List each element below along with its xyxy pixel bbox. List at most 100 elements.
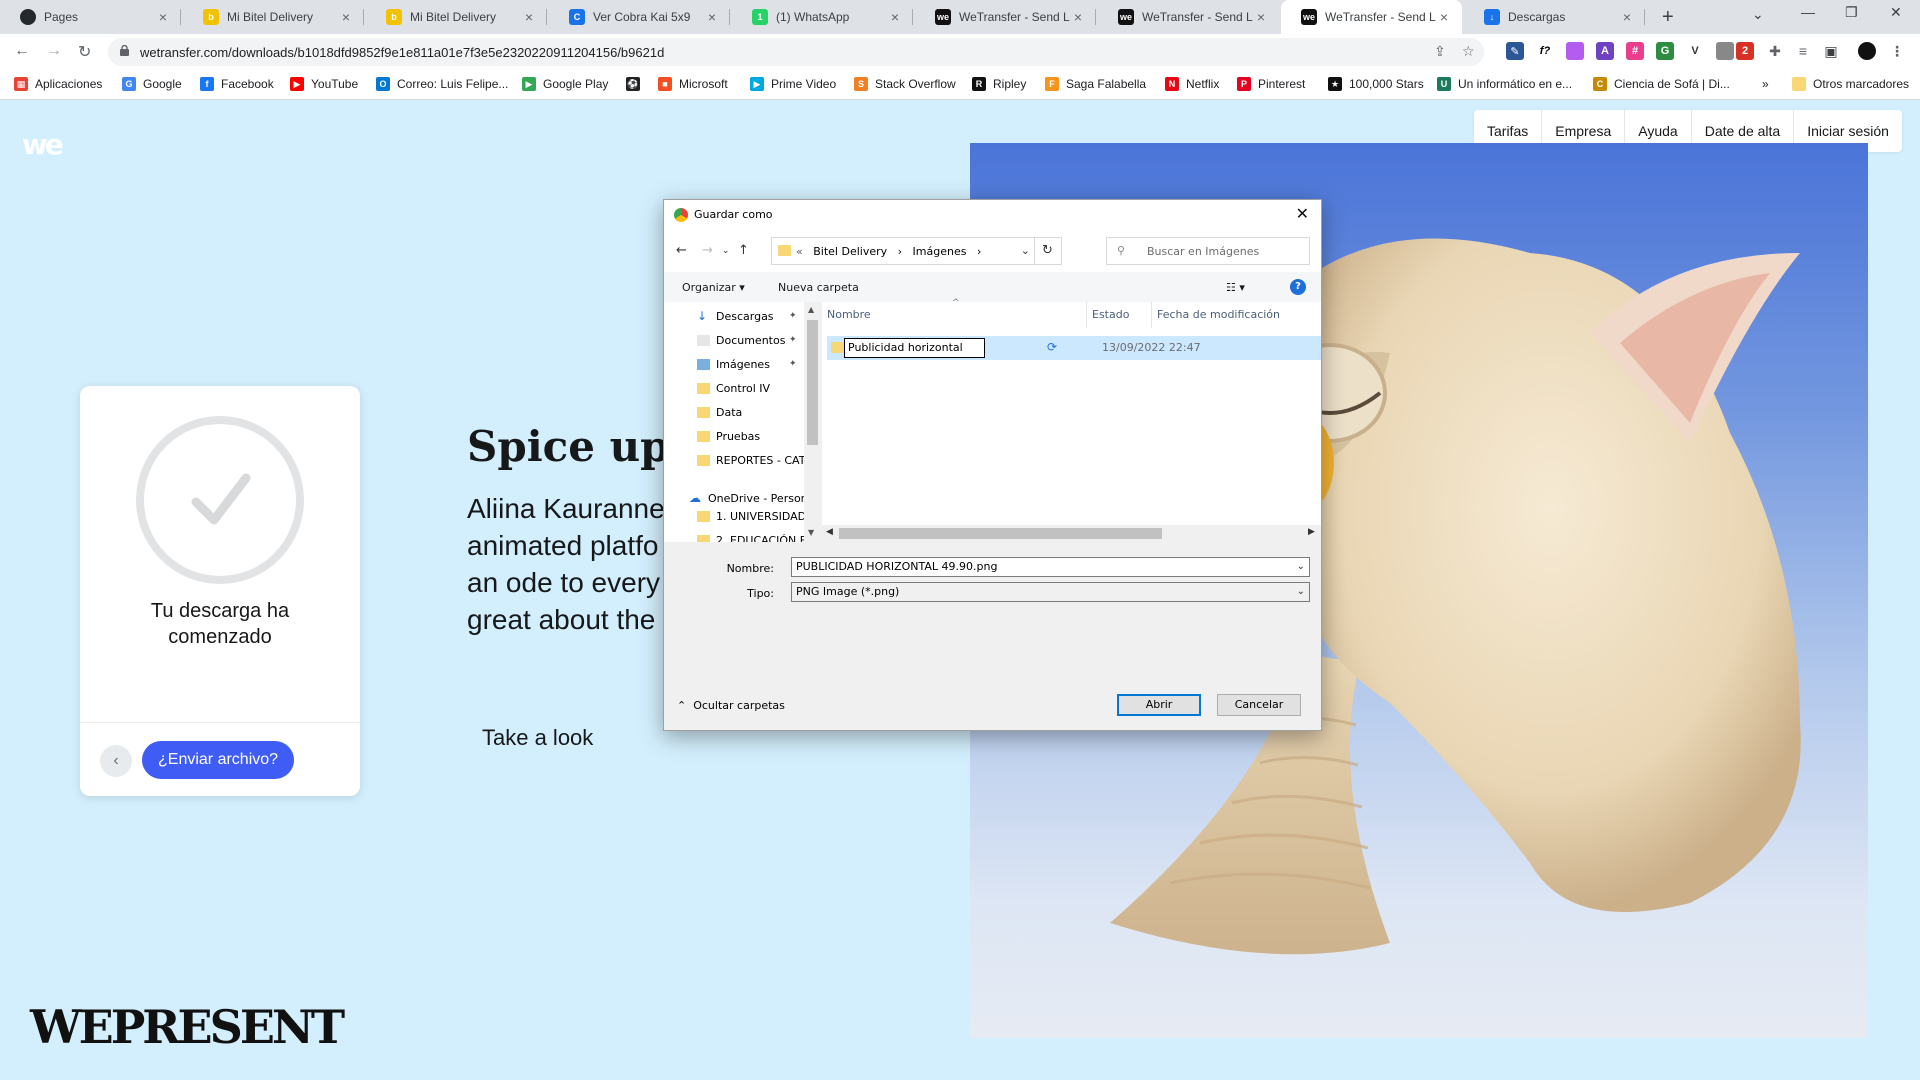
- tab-close-icon[interactable]: ×: [155, 9, 171, 25]
- extension-icon[interactable]: G: [1656, 42, 1674, 60]
- search-input[interactable]: ⚲ Buscar en Imágenes: [1106, 237, 1310, 265]
- bookmark-item[interactable]: N Netflix: [1165, 77, 1219, 91]
- formula-extension-icon[interactable]: f?: [1536, 42, 1554, 60]
- tab[interactable]: b Mi Bitel Delivery ×: [366, 0, 547, 34]
- chevron-down-icon[interactable]: ⌄: [1297, 558, 1305, 576]
- scrollbar-thumb[interactable]: [807, 320, 818, 445]
- back-icon[interactable]: ←: [14, 42, 30, 60]
- wepresent-logo[interactable]: WEPRESENT: [30, 1000, 345, 1054]
- bookmark-item[interactable]: C Ciencia de Sofá | Di...: [1593, 77, 1730, 91]
- column-status[interactable]: Estado: [1087, 302, 1152, 328]
- bookmark-item[interactable]: F Saga Falabella: [1045, 77, 1146, 91]
- forward-arrow-icon[interactable]: →: [702, 243, 713, 258]
- bookmark-item[interactable]: S Stack Overflow: [854, 77, 956, 91]
- bookmark-item[interactable]: P Pinterest: [1237, 77, 1305, 91]
- tab[interactable]: ↓ Descargas ×: [1464, 0, 1645, 34]
- nav-scrollbar[interactable]: ▲ ▼: [804, 302, 821, 542]
- tab[interactable]: C Ver Cobra Kai 5x9 ×: [549, 0, 730, 34]
- breadcrumb-separator[interactable]: ›: [898, 245, 902, 258]
- bookmark-item[interactable]: R Ripley: [972, 77, 1026, 91]
- url-text[interactable]: wetransfer.com/downloads/b1018dfd9852f9e…: [140, 45, 664, 60]
- nav-pane-item[interactable]: 2. EDUCACIÓN F: [664, 528, 804, 542]
- nav-pane-item[interactable]: Control IV: [664, 376, 804, 400]
- recent-locations-icon[interactable]: ⌄: [722, 246, 730, 256]
- breadcrumb-separator[interactable]: ›: [977, 245, 981, 258]
- nav-pane-item[interactable]: Imágenes ✦: [664, 352, 804, 376]
- nav-pane-item[interactable]: ↓ Descargas ✦: [664, 304, 804, 328]
- send-file-button[interactable]: ¿Enviar archivo?: [142, 741, 295, 779]
- address-breadcrumb[interactable]: « Bitel Delivery › Imágenes › ⌄: [771, 237, 1035, 265]
- list-item[interactable]: Publicidad horizontal ⟳ 13/09/2022 22:47: [827, 336, 1321, 360]
- extension-icon[interactable]: [1566, 42, 1584, 60]
- chevron-down-icon[interactable]: ⌄: [1297, 583, 1305, 601]
- view-options-icon[interactable]: ☷ ▾: [1226, 281, 1245, 294]
- tab-close-icon[interactable]: ×: [1436, 9, 1452, 25]
- tab-close-icon[interactable]: ×: [887, 9, 903, 25]
- extension-icon[interactable]: V: [1686, 42, 1704, 60]
- type-select[interactable]: PNG Image (*.png) ⌄: [791, 582, 1310, 602]
- bookmark-item[interactable]: ■ Microsoft: [658, 77, 728, 91]
- help-icon[interactable]: ?: [1290, 279, 1306, 295]
- reading-list-icon[interactable]: ≡: [1794, 42, 1812, 60]
- tab-close-icon[interactable]: ×: [1253, 9, 1269, 25]
- bookmark-item[interactable]: ★ 100,000 Stars: [1328, 77, 1424, 91]
- bookmark-item[interactable]: ⚽: [626, 77, 647, 91]
- tab[interactable]: b Mi Bitel Delivery ×: [183, 0, 364, 34]
- address-bar[interactable]: wetransfer.com/downloads/b1018dfd9852f9e…: [108, 38, 1484, 66]
- nav-pane-item[interactable]: 1. UNIVERSIDAD: [664, 504, 804, 528]
- forward-icon[interactable]: →: [46, 42, 62, 60]
- tab-close-icon[interactable]: ×: [521, 9, 537, 25]
- extension-icon[interactable]: A: [1596, 42, 1614, 60]
- nav-pane-item[interactable]: Pruebas: [664, 424, 804, 448]
- menu-icon[interactable]: ⋮: [1888, 42, 1906, 60]
- filename-value[interactable]: PUBLICIDAD HORIZONTAL 49.90.png: [796, 560, 997, 573]
- tab-close-icon[interactable]: ×: [338, 9, 354, 25]
- tab[interactable]: 1 (1) WhatsApp ×: [732, 0, 913, 34]
- restore-icon[interactable]: ❐: [1845, 4, 1858, 21]
- bookmark-item[interactable]: ▦ Aplicaciones: [14, 77, 102, 91]
- share-icon[interactable]: ⇪: [1434, 43, 1446, 60]
- back-chevron-button[interactable]: ‹: [100, 745, 132, 777]
- tab[interactable]: we WeTransfer - Send Lar ×: [1098, 0, 1279, 34]
- type-value[interactable]: PNG Image (*.png): [796, 585, 899, 598]
- open-button[interactable]: Abrir: [1117, 694, 1201, 716]
- new-folder-button[interactable]: Nueva carpeta: [778, 281, 859, 294]
- new-tab-icon[interactable]: +: [1662, 6, 1674, 29]
- other-bookmarks-folder[interactable]: Otros marcadores: [1792, 77, 1909, 91]
- back-arrow-icon[interactable]: ←: [676, 243, 687, 258]
- organize-menu[interactable]: Organizar ▾: [682, 281, 745, 294]
- breadcrumb-bitel-delivery[interactable]: Bitel Delivery: [813, 245, 887, 258]
- avatar[interactable]: [1858, 42, 1876, 60]
- nav-pane-item[interactable]: REPORTES - CAT: [664, 448, 804, 472]
- bookmark-item[interactable]: ▶ Google Play: [522, 77, 608, 91]
- puzzle-icon[interactable]: ✚: [1766, 42, 1784, 60]
- tab-search-icon[interactable]: ⌄: [1752, 6, 1764, 23]
- bookmark-item[interactable]: ▶ Prime Video: [750, 77, 836, 91]
- tab-close-icon[interactable]: ×: [1070, 9, 1086, 25]
- tab[interactable]: we WeTransfer - Send Lar ×: [1281, 0, 1462, 34]
- bookmark-item[interactable]: f Facebook: [200, 77, 274, 91]
- reload-icon[interactable]: ↻: [78, 42, 91, 62]
- breadcrumb-overflow[interactable]: «: [796, 245, 803, 258]
- side-panel-icon[interactable]: ▣: [1822, 42, 1840, 60]
- up-arrow-icon[interactable]: ↑: [738, 243, 749, 258]
- bookmark-item[interactable]: ▶ YouTube: [290, 77, 358, 91]
- extension-icon[interactable]: #: [1626, 42, 1644, 60]
- bookmark-star-icon[interactable]: ☆: [1462, 43, 1475, 60]
- extension-icon[interactable]: [1716, 42, 1734, 60]
- nav-pane-item[interactable]: Data: [664, 400, 804, 424]
- tab[interactable]: we WeTransfer - Send Lar ×: [915, 0, 1096, 34]
- scroll-right-icon[interactable]: ▶: [1308, 527, 1315, 537]
- filename-field[interactable]: PUBLICIDAD HORIZONTAL 49.90.png ⌄: [791, 557, 1310, 577]
- extension-icon[interactable]: 2: [1736, 42, 1754, 60]
- tab-close-icon[interactable]: ×: [704, 9, 720, 25]
- close-window-icon[interactable]: ✕: [1890, 4, 1902, 21]
- bookmark-item[interactable]: G Google: [122, 77, 182, 91]
- scroll-down-icon[interactable]: ▼: [808, 528, 814, 537]
- more-bookmarks-icon[interactable]: »: [1762, 77, 1769, 91]
- close-icon[interactable]: ✕: [1296, 204, 1309, 223]
- wetransfer-logo[interactable]: we: [22, 128, 64, 161]
- chevron-down-icon[interactable]: ⌄: [1021, 244, 1030, 257]
- scrollbar-thumb[interactable]: [839, 528, 1162, 539]
- breadcrumb-imagenes[interactable]: Imágenes: [913, 245, 967, 258]
